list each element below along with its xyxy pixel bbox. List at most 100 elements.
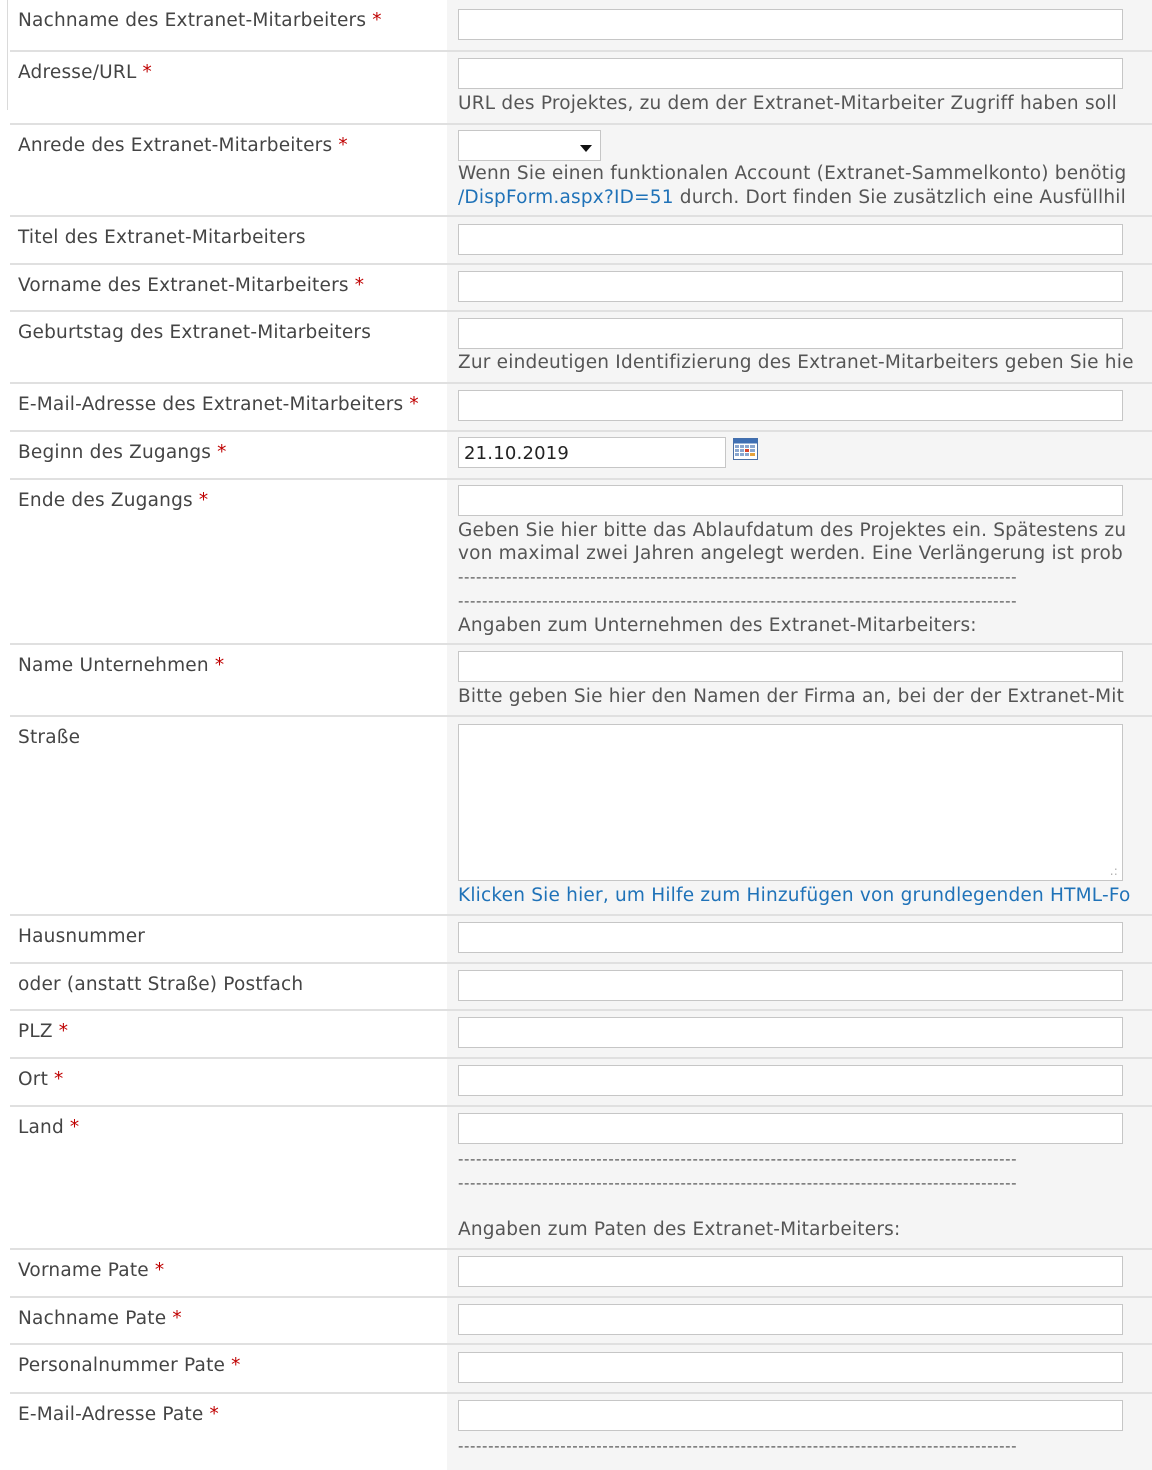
value-cell: [447, 217, 1152, 263]
beginn-date-input[interactable]: 21.10.2019: [458, 437, 726, 468]
email-input[interactable]: [458, 390, 1123, 421]
label-unternehmen: Name Unternehmen *: [18, 655, 225, 676]
nachname-pate-input[interactable]: [458, 1304, 1123, 1335]
label-geburtstag: Geburtstag des Extranet-Mitarbeiters: [18, 322, 372, 343]
required-marker: *: [409, 394, 419, 415]
value-cell: [447, 1298, 1152, 1343]
value-cell: [447, 0, 1152, 50]
section-title-pate: Angaben zum Paten des Extranet-Mitarbeit…: [458, 1219, 901, 1240]
label-ort: Ort *: [18, 1069, 64, 1090]
required-marker: *: [209, 1404, 219, 1425]
value-cell: ----------------------------------------…: [447, 1394, 1152, 1470]
url-input[interactable]: [458, 58, 1123, 89]
value-cell: [447, 265, 1152, 310]
required-marker: *: [154, 1260, 165, 1281]
value-cell: [447, 1059, 1152, 1105]
required-marker: *: [54, 1069, 64, 1090]
row-beginn: Beginn des Zugangs * 21.10.2019: [10, 430, 1152, 478]
strasse-textarea[interactable]: .:: [458, 724, 1123, 881]
required-marker: *: [354, 275, 365, 296]
land-input[interactable]: [458, 1113, 1123, 1144]
required-marker: *: [217, 442, 227, 463]
vorname-input[interactable]: [458, 271, 1123, 302]
row-land: Land * ----------------------------------…: [10, 1105, 1152, 1248]
nachname-input[interactable]: [458, 9, 1123, 40]
required-marker: *: [142, 62, 152, 83]
row-nachname: Nachname des Extranet-Mitarbeiters *: [10, 0, 1152, 50]
anrede-select[interactable]: [458, 130, 601, 161]
value-cell: [447, 384, 1152, 430]
required-marker: *: [198, 490, 209, 511]
value-cell: [447, 1250, 1152, 1296]
plz-input[interactable]: [458, 1017, 1123, 1048]
label-adresse: Adresse/URL *: [18, 62, 152, 83]
label-nachname: Nachname des Extranet-Mitarbeiters *: [18, 10, 382, 31]
label-plz: PLZ *: [18, 1021, 69, 1042]
value-cell: URL des Projektes, zu dem der Extranet-M…: [447, 52, 1152, 123]
chevron-down-icon: [580, 145, 592, 152]
row-ende: Ende des Zugangs * Geben Sie hier bitte d…: [10, 478, 1152, 643]
label-personalnummer-pate: Personalnummer Pate *: [18, 1355, 241, 1376]
value-cell: [447, 916, 1152, 962]
geburtstag-input[interactable]: [458, 318, 1123, 349]
value-cell: Wenn Sie einen funktionalen Account (Ext…: [447, 125, 1152, 215]
extranet-user-form: Nachname des Extranet-Mitarbeiters * Adre…: [0, 0, 1152, 1470]
value-cell: 21.10.2019: [447, 432, 1152, 478]
titel-input[interactable]: [458, 224, 1123, 255]
value-cell: [447, 1011, 1152, 1057]
label-vorname: Vorname des Extranet-Mitarbeiters *: [18, 275, 365, 296]
anrede-hint-line2: /DispForm.aspx?ID=51 durch. Dort finden …: [458, 187, 1126, 208]
separator-line: ----------------------------------------…: [458, 592, 1018, 610]
row-ort: Ort *: [10, 1057, 1152, 1105]
required-marker: *: [372, 10, 382, 31]
url-hint: URL des Projektes, zu dem der Extranet-M…: [458, 93, 1117, 114]
label-hausnummer: Hausnummer: [18, 926, 146, 947]
postfach-input[interactable]: [458, 970, 1123, 1001]
separator-line: ----------------------------------------…: [458, 1461, 1018, 1470]
label-beginn: Beginn des Zugangs *: [18, 442, 227, 463]
personalnummer-pate-input[interactable]: [458, 1352, 1123, 1383]
vorname-pate-input[interactable]: [458, 1256, 1123, 1287]
label-strasse: Straße: [18, 727, 81, 748]
row-vorname-pate: Vorname Pate *: [10, 1248, 1152, 1296]
required-marker: *: [338, 135, 348, 156]
label-titel: Titel des Extranet-Mitarbeiters: [18, 227, 306, 248]
unternehmen-input[interactable]: [458, 651, 1123, 682]
label-vorname-pate: Vorname Pate *: [18, 1260, 165, 1281]
resize-grip-icon[interactable]: .:: [1110, 864, 1118, 878]
value-cell: [447, 1345, 1152, 1392]
row-postfach: oder (anstatt Straße) Postfach: [10, 962, 1152, 1009]
label-land: Land *: [18, 1117, 80, 1138]
anrede-hint-line1: Wenn Sie einen funktionalen Account (Ext…: [458, 163, 1127, 184]
email-pate-input[interactable]: [458, 1400, 1123, 1431]
label-ende: Ende des Zugangs *: [18, 490, 209, 511]
required-marker: *: [231, 1355, 241, 1376]
value-cell: Bitte geben Sie hier den Namen der Firma…: [447, 645, 1152, 715]
row-anrede: Anrede des Extranet-Mitarbeiters * Wenn S…: [10, 123, 1152, 215]
unternehmen-hint: Bitte geben Sie hier den Namen der Firma…: [458, 686, 1125, 707]
row-geburtstag: Geburtstag des Extranet-Mitarbeiters Zur…: [10, 310, 1152, 382]
dispform-link[interactable]: /DispForm.aspx?ID=51: [458, 187, 674, 208]
value-cell: Zur eindeutigen Identifizierung des Extr…: [447, 312, 1152, 382]
ende-hint-line1: Geben Sie hier bitte das Ablaufdatum des…: [458, 520, 1127, 541]
value-cell: .: Klicken Sie hier, um Hilfe zum Hinzuf…: [447, 717, 1152, 914]
label-nachname-pate: Nachname Pate *: [18, 1308, 182, 1329]
left-border: [7, 0, 8, 110]
row-vorname: Vorname des Extranet-Mitarbeiters *: [10, 263, 1152, 310]
separator-line: ----------------------------------------…: [458, 1174, 1018, 1192]
hausnummer-input[interactable]: [458, 922, 1123, 953]
separator-line: ----------------------------------------…: [458, 1437, 1018, 1455]
separator-line: ----------------------------------------…: [458, 1150, 1018, 1168]
html-help-link[interactable]: Klicken Sie hier, um Hilfe zum Hinzufüge…: [458, 885, 1131, 906]
ende-input[interactable]: [458, 485, 1123, 516]
separator-line: ----------------------------------------…: [458, 568, 1018, 586]
ort-input[interactable]: [458, 1065, 1123, 1096]
required-marker: *: [214, 655, 225, 676]
value-cell: [447, 964, 1152, 1009]
required-marker: *: [69, 1117, 80, 1138]
label-anrede: Anrede des Extranet-Mitarbeiters *: [18, 135, 348, 156]
ende-hint-line2: von maximal zwei Jahren angelegt werden.…: [458, 543, 1123, 564]
row-hausnummer: Hausnummer: [10, 914, 1152, 962]
calendar-icon[interactable]: [733, 438, 758, 460]
label-email: E-Mail-Adresse des Extranet-Mitarbeiters…: [18, 394, 419, 415]
